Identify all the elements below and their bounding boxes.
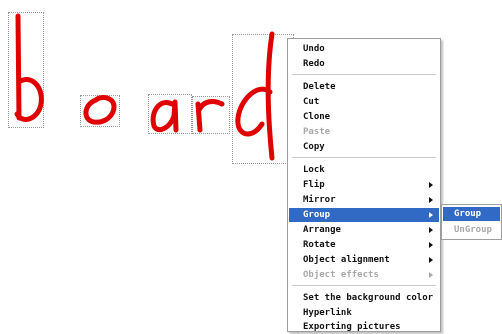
menu-item-copy[interactable]: Copy [289, 140, 439, 154]
menu-item-set-background-color[interactable]: Set the background color [289, 291, 439, 305]
menu-item-redo-label: Redo [303, 59, 325, 69]
menu-item-object-alignment-label: Object alignment [303, 255, 390, 265]
menu-separator [292, 157, 436, 158]
ink-stroke-d [235, 31, 275, 161]
menu-item-set-background-color-label: Set the background color [303, 293, 434, 303]
submenu-arrow-icon [429, 227, 433, 233]
menu-item-clone-label: Clone [303, 112, 331, 122]
menu-item-copy-label: Copy [303, 142, 325, 152]
context-menu: Undo Redo Delete Cut Clone Paste Copy Lo… [287, 38, 441, 332]
menu-item-rotate[interactable]: Rotate [289, 238, 439, 252]
menu-item-object-effects-label: Object effects [303, 270, 379, 280]
submenu-arrow-icon [429, 242, 433, 248]
menu-item-lock-label: Lock [303, 165, 325, 175]
menu-item-flip-label: Flip [303, 180, 325, 190]
menu-item-undo-label: Undo [303, 44, 325, 54]
submenu-item-group-label: Group [454, 209, 482, 219]
menu-item-hyperlink[interactable]: Hyperlink [289, 306, 439, 320]
submenu-arrow-icon [429, 212, 433, 218]
menu-separator [292, 285, 436, 286]
submenu-item-ungroup: UnGroup [443, 223, 500, 237]
submenu-arrow-icon [429, 272, 433, 278]
menu-item-object-effects: Object effects [289, 268, 439, 282]
menu-item-undo[interactable]: Undo [289, 42, 439, 56]
menu-separator [292, 74, 436, 75]
menu-item-paste-label: Paste [303, 127, 331, 137]
menu-item-lock[interactable]: Lock [289, 163, 439, 177]
menu-item-clone[interactable]: Clone [289, 110, 439, 124]
menu-item-flip[interactable]: Flip [289, 178, 439, 192]
submenu-arrow-icon [429, 257, 433, 263]
menu-item-object-alignment[interactable]: Object alignment [289, 253, 439, 267]
ink-stroke-b [14, 13, 44, 122]
menu-item-redo[interactable]: Redo [289, 57, 439, 71]
menu-item-cut-label: Cut [303, 97, 320, 107]
ink-stroke-a [150, 99, 179, 133]
group-submenu: Group UnGroup [441, 204, 502, 240]
menu-item-delete[interactable]: Delete [289, 80, 439, 94]
menu-item-arrange[interactable]: Arrange [289, 223, 439, 237]
menu-item-group[interactable]: Group [289, 208, 439, 222]
menu-item-delete-label: Delete [303, 82, 336, 92]
submenu-item-group[interactable]: Group [443, 207, 500, 221]
menu-item-hyperlink-label: Hyperlink [303, 308, 352, 318]
menu-item-exporting-pictures-label: Exporting pictures [303, 322, 401, 332]
menu-item-mirror-label: Mirror [303, 195, 336, 205]
menu-item-cut[interactable]: Cut [289, 95, 439, 109]
ink-stroke-r [195, 99, 225, 133]
menu-item-rotate-label: Rotate [303, 240, 336, 250]
ink-stroke-o [83, 95, 117, 125]
menu-item-arrange-label: Arrange [303, 225, 341, 235]
menu-item-group-label: Group [303, 210, 331, 220]
menu-item-mirror[interactable]: Mirror [289, 193, 439, 207]
menu-item-paste: Paste [289, 125, 439, 139]
submenu-arrow-icon [429, 197, 433, 203]
submenu-item-ungroup-label: UnGroup [454, 225, 492, 235]
submenu-arrow-icon [429, 182, 433, 188]
